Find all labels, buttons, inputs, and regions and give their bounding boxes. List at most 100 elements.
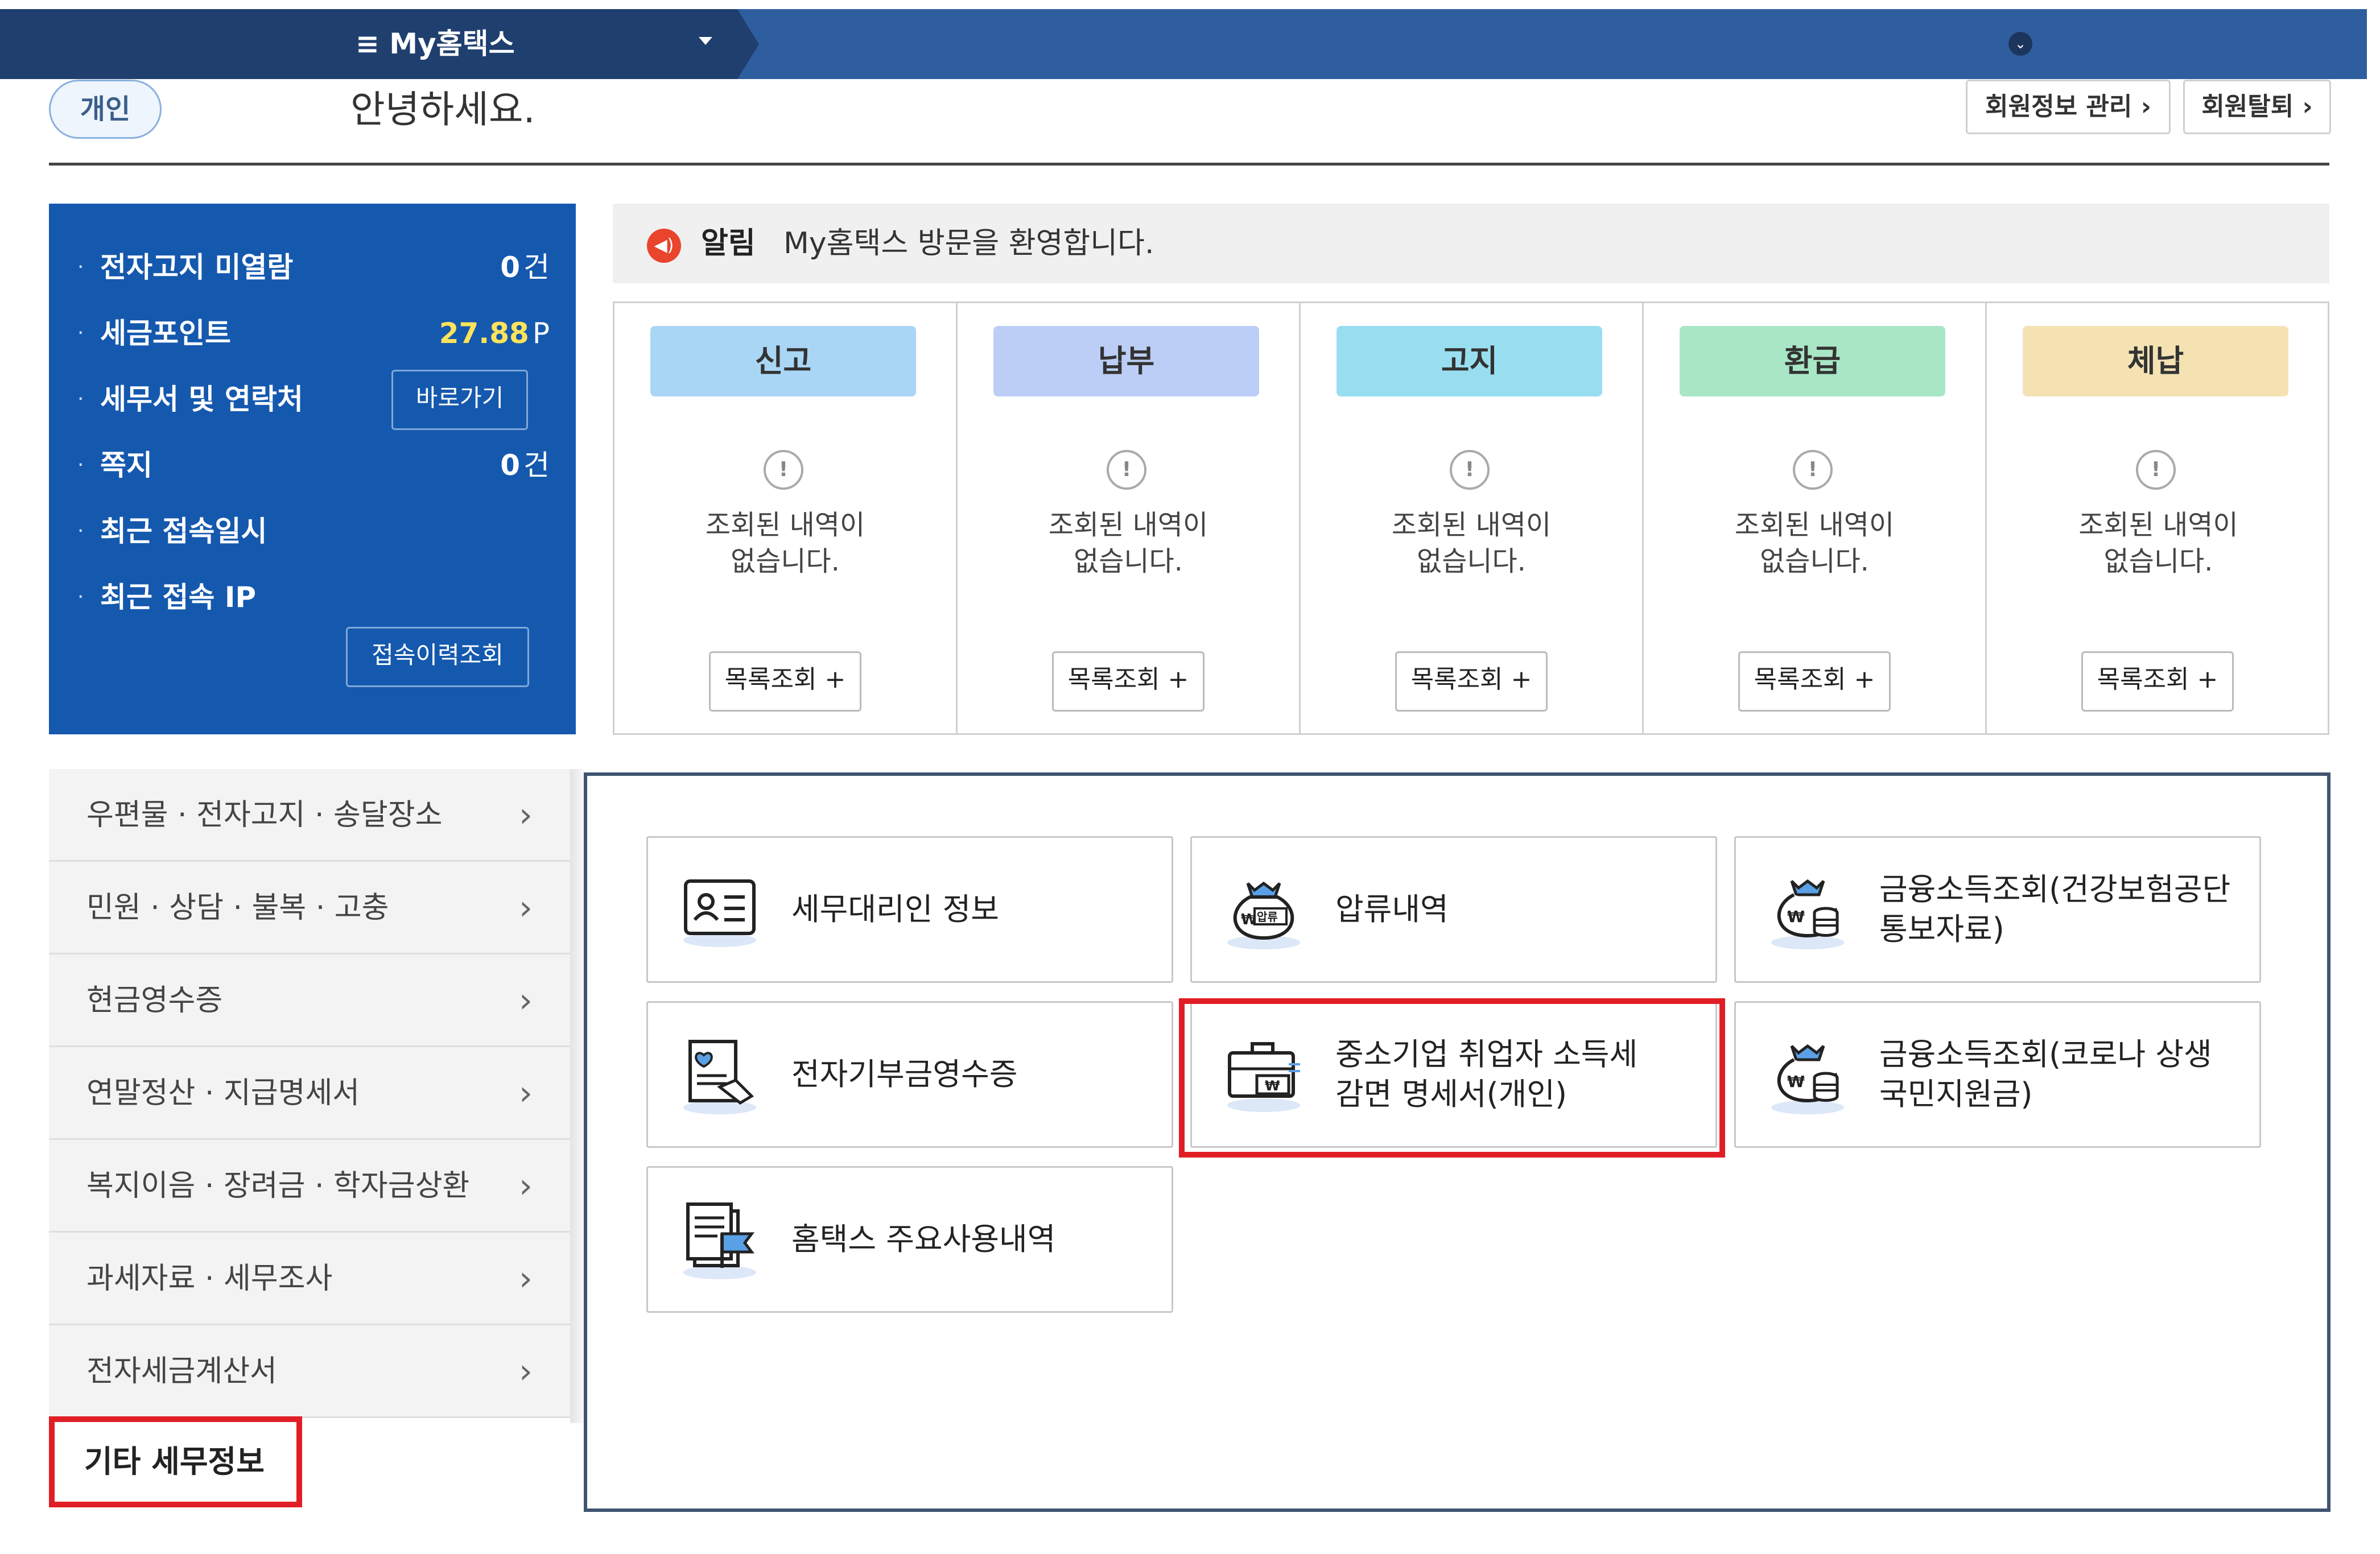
message-label: 쪽지 <box>100 449 152 482</box>
tax-point-value[interactable]: 27.88 P <box>439 311 550 356</box>
login-history-button[interactable]: 접속이력조회 <box>346 627 529 687</box>
empty-message: 조회된 내역이 없습니다. <box>705 509 865 577</box>
category-card: 체납! 조회된 내역이 없습니다. 목록조회 + <box>1987 303 2330 733</box>
category-title[interactable]: 환급 <box>1680 326 1945 396</box>
left-menu-active-label[interactable]: 기타 세무정보 <box>84 1422 265 1502</box>
top-nav-left-segment <box>0 9 335 79</box>
service-tile-label[interactable]: 금융소득조회(건강보험공단 통보자료) <box>1879 838 2230 981</box>
money-bag-coins-icon: ₩ <box>1762 865 1853 956</box>
info-exclamation-icon: ! <box>2136 450 2176 490</box>
notice-text: My홈택스 방문을 환영합니다. <box>783 226 1154 261</box>
chevron-right-icon: › <box>519 795 533 835</box>
member-info-button[interactable]: 회원정보 관리 › <box>1966 80 2171 134</box>
unread-notice-label: 전자고지 미열람 <box>100 251 294 284</box>
list-view-button[interactable]: 목록조회 + <box>1738 651 1891 712</box>
left-menu-item-label[interactable]: 현금영수증 <box>86 954 222 1047</box>
tax-category-cards: 신고! 조회된 내역이 없습니다. 목록조회 + 납부! 조회된 내역이 없습니다. 목록… <box>613 301 2329 735</box>
svg-text:₩: ₩ <box>1787 1072 1805 1091</box>
document-flag-icon <box>674 1195 765 1286</box>
info-exclamation-icon: ! <box>1793 450 1833 490</box>
chevron-right-icon: › <box>519 888 533 928</box>
chevron-right-icon: › <box>519 1259 533 1299</box>
service-tile[interactable]: ₩ 금융소득조회(건강보험공단 통보자료) <box>1734 836 2261 983</box>
list-view-button[interactable]: 목록조회 + <box>1395 651 1548 712</box>
megaphone-icon: ◀) <box>647 229 681 263</box>
service-tile-label[interactable]: 세무대리인 정보 <box>791 838 999 981</box>
notice-bar: ◀) 알림 My홈택스 방문을 환영합니다. <box>613 204 2329 283</box>
account-summary-panel: · 전자고지 미열람 0건 · 세금포인트 27.88 P · 세무서 및 연락처… <box>49 204 576 734</box>
member-type-badge: 개인 <box>49 80 162 139</box>
left-menu-item-label[interactable]: 복지이음 · 장려금 · 학자금상환 <box>86 1140 469 1233</box>
tax-point-label: 세금포인트 <box>100 317 231 350</box>
left-menu-item-other-tax-info[interactable]: 기타 세무정보 <box>49 1416 302 1507</box>
left-menu-item-label[interactable]: 민원 · 상담 · 불복 · 고충 <box>86 862 389 954</box>
unread-notice-count[interactable]: 0건 <box>500 245 550 290</box>
my-hometax-menu-label[interactable]: ≡ My홈택스 <box>356 9 515 79</box>
category-card: 환급! 조회된 내역이 없습니다. 목록조회 + <box>1644 303 1987 733</box>
empty-message: 조회된 내역이 없습니다. <box>1391 509 1552 577</box>
left-menu-item[interactable]: 현금영수증 › <box>49 954 571 1047</box>
greeting-text: 안녕하세요. <box>350 88 535 131</box>
left-menu-item[interactable]: 과세자료 · 세무조사 › <box>49 1233 571 1325</box>
info-exclamation-icon: ! <box>1107 450 1146 490</box>
left-menu-item-label[interactable]: 전자세금계산서 <box>86 1325 277 1418</box>
info-exclamation-icon: ! <box>764 450 803 490</box>
left-menu-item-label[interactable]: 우편물 · 전자고지 · 송달장소 <box>86 769 442 862</box>
svg-text:압류: 압류 <box>1257 910 1278 924</box>
service-tile-label[interactable]: 홈택스 주요사용내역 <box>791 1168 1055 1311</box>
category-title[interactable]: 신고 <box>650 326 916 396</box>
left-menu-item[interactable]: 전자세금계산서 › <box>49 1325 571 1418</box>
withdraw-button[interactable]: 회원탈퇴 › <box>2183 80 2331 134</box>
service-tile[interactable]: 세무대리인 정보 <box>646 836 1173 983</box>
service-tile-label[interactable]: 압류내역 <box>1335 838 1449 981</box>
category-card: 고지! 조회된 내역이 없습니다. 목록조회 + <box>1301 303 1644 733</box>
list-view-button[interactable]: 목록조회 + <box>1052 651 1205 712</box>
empty-message: 조회된 내역이 없습니다. <box>1048 509 1208 577</box>
category-card: 납부! 조회된 내역이 없습니다. 목록조회 + <box>958 303 1301 733</box>
money-bag-coins-icon: ₩ <box>1762 1030 1853 1121</box>
last-login-row: · 최근 접속일시 <box>77 509 550 554</box>
last-ip-label: 최근 접속 IP <box>100 581 257 614</box>
service-tile[interactable]: ₩ 압류 압류내역 <box>1190 836 1717 983</box>
info-exclamation-icon: ! <box>1450 450 1490 490</box>
category-title[interactable]: 체납 <box>2023 326 2288 396</box>
message-count[interactable]: 0건 <box>500 443 550 488</box>
left-menu-item[interactable]: 연말정산 · 지급명세서 › <box>49 1047 571 1140</box>
chevron-right-icon: › <box>519 1073 533 1113</box>
service-tile[interactable]: 전자기부금영수증 <box>646 1001 1173 1148</box>
seizure-money-bag-icon: ₩ 압류 <box>1218 865 1309 956</box>
category-title[interactable]: 고지 <box>1337 326 1602 396</box>
service-tile-label[interactable]: 금융소득조회(코로나 상생 국민지원금) <box>1879 1003 2212 1146</box>
id-card-icon <box>674 865 765 956</box>
chevron-right-icon: › <box>519 981 533 1020</box>
left-menu-shadow <box>570 769 584 1423</box>
chevron-down-circle-icon[interactable]: ⌄ <box>2008 32 2032 56</box>
left-menu-item[interactable]: 민원 · 상담 · 불복 · 고충 › <box>49 862 571 954</box>
svg-text:₩: ₩ <box>1787 907 1805 926</box>
left-menu-item[interactable]: 복지이음 · 장려금 · 학자금상환 › <box>49 1140 571 1233</box>
service-tile-label[interactable]: 전자기부금영수증 <box>791 1003 1017 1146</box>
empty-message: 조회된 내역이 없습니다. <box>1734 509 1895 577</box>
list-view-button[interactable]: 목록조회 + <box>2081 651 2234 712</box>
left-menu-item[interactable]: 우편물 · 전자고지 · 송달장소 › <box>49 769 571 862</box>
tax-point-row: · 세금포인트 27.88 P <box>77 311 550 356</box>
empty-message: 조회된 내역이 없습니다. <box>2078 509 2238 577</box>
service-tile[interactable]: ₩ 금융소득조회(코로나 상생 국민지원금) <box>1734 1001 2261 1148</box>
notice-tag: 알림 <box>701 226 756 261</box>
list-view-button[interactable]: 목록조회 + <box>709 651 861 712</box>
last-login-label: 최근 접속일시 <box>100 515 267 548</box>
tax-office-label: 세무서 및 연락처 <box>100 383 303 416</box>
service-tile[interactable]: 홈택스 주요사용내역 <box>646 1166 1173 1313</box>
donation-receipt-icon <box>674 1030 765 1121</box>
left-menu-item-label[interactable]: 과세자료 · 세무조사 <box>86 1233 332 1325</box>
chevron-right-icon: › <box>519 1352 533 1391</box>
left-menu: 우편물 · 전자고지 · 송달장소 › 민원 · 상담 · 불복 · 고충 › 현금영수… <box>49 769 584 1423</box>
other-tax-info-panel: 세무대리인 정보 ₩ 압류 압류내역 ₩ 금융소득조회(건강보험공단 통보자료) 전자기부금… <box>584 772 2330 1512</box>
caret-down-icon[interactable] <box>699 37 712 45</box>
category-card: 신고! 조회된 내역이 없습니다. 목록조회 + <box>614 303 958 733</box>
tax-office-go-button[interactable]: 바로가기 <box>391 370 528 430</box>
category-title[interactable]: 납부 <box>993 326 1259 396</box>
chevron-right-icon: › <box>519 1166 533 1206</box>
highlight-box <box>1179 998 1725 1158</box>
left-menu-item-label[interactable]: 연말정산 · 지급명세서 <box>86 1047 360 1140</box>
